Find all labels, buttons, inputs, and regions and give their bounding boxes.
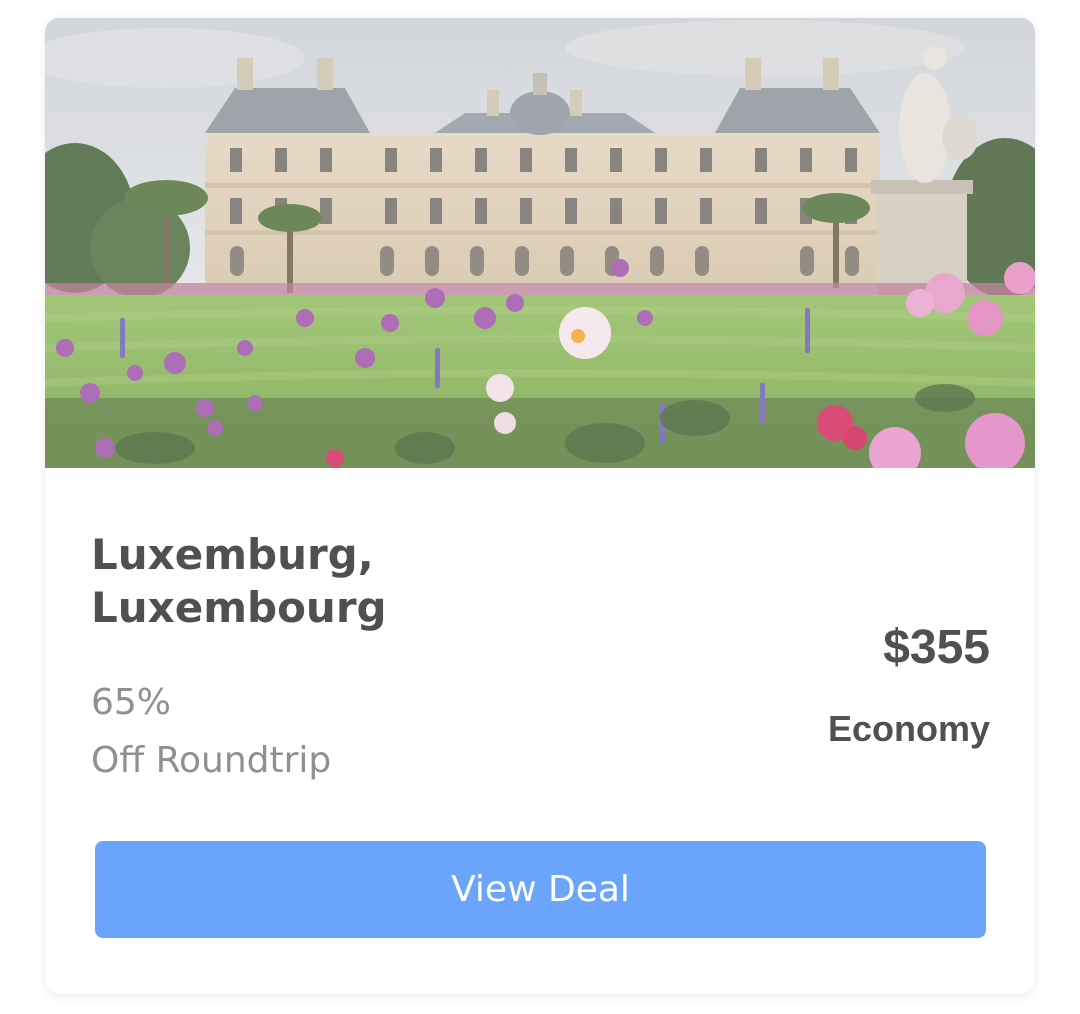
destination-photo: [45, 18, 1035, 468]
discount-label: Off Roundtrip: [91, 740, 332, 781]
destination-title: Luxemburg, Luxembourg: [91, 530, 387, 632]
view-deal-button[interactable]: View Deal: [95, 841, 986, 938]
discount-percent: 65%: [91, 682, 172, 723]
cabin-class: Economy: [827, 708, 990, 749]
deal-card: Luxemburg, Luxembourg 65% Off Roundtrip …: [45, 18, 1035, 994]
deal-price: $355: [883, 621, 990, 674]
